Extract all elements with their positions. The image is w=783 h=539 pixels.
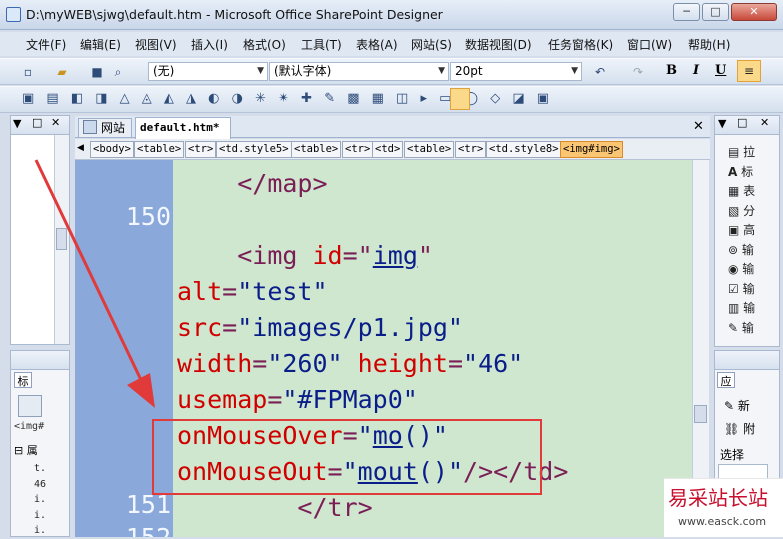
toolbox-item-label: 输 — [742, 281, 755, 296]
toolbox-item-label: 高 — [743, 223, 756, 237]
toolbox-item[interactable]: ▦ 表 — [728, 182, 755, 202]
toolbox-item[interactable]: ▣ 高 — [728, 221, 755, 241]
toolbox-item-label: 拉 — [743, 145, 756, 159]
toolbox-item[interactable]: ☑ 输 — [728, 280, 755, 300]
attach-style-label: 附 — [743, 422, 756, 436]
toolbox-item[interactable]: ▤ 拉 — [728, 143, 755, 163]
annotation-arrow-icon — [34, 159, 155, 408]
apply-styles-header — [714, 350, 780, 370]
new-style-button[interactable]: ✎ 新 — [724, 397, 750, 414]
toolbox-item[interactable]: A 标 — [728, 163, 755, 183]
toolbox-item[interactable]: ◉ 输 — [728, 260, 755, 280]
close-icon[interactable]: ✕ — [760, 116, 769, 129]
toolbox-item-label: 表 — [743, 184, 756, 198]
apply-styles-tab[interactable]: 应 — [717, 372, 735, 388]
toolbox-item[interactable]: ▧ 分 — [728, 202, 755, 222]
attach-style-icon: ⛓ — [724, 422, 740, 436]
watermark-url: www.easck.com — [678, 515, 767, 528]
toolbox-item-label: 输 — [741, 242, 754, 257]
toolbox-item[interactable]: ▥ 输 — [728, 299, 755, 319]
restore-icon[interactable]: □ — [737, 116, 747, 129]
new-style-label: 新 — [737, 399, 750, 413]
editor-scrollbar-thumb[interactable] — [694, 405, 707, 423]
toolbox-list: ▤ 拉 A 标 ▦ 表 ▧ 分 ▣ 高 ⊚ 输 ◉ 输 ☑ 输 ▥ 输 ✎ 输 — [728, 143, 755, 338]
new-style-icon: ✎ — [724, 399, 735, 413]
toolbox-item-label: 标 — [741, 164, 754, 179]
dropdown-icon[interactable]: ▼ — [718, 117, 726, 130]
toolbox-item-label: 输 — [743, 301, 756, 315]
select-css-style-label: 选择 — [720, 448, 745, 462]
toolbox-item-label: 分 — [743, 203, 756, 218]
toolbox-item[interactable]: ⊚ 输 — [728, 241, 755, 261]
toolbox-item-label: 输 — [741, 320, 754, 335]
attach-style-button[interactable]: ⛓ 附 — [724, 420, 755, 437]
toolbox-item-label: 输 — [742, 262, 755, 276]
watermark-text: 易采站长站 — [668, 486, 768, 510]
toolbox-item[interactable]: ✎ 输 — [728, 319, 755, 339]
